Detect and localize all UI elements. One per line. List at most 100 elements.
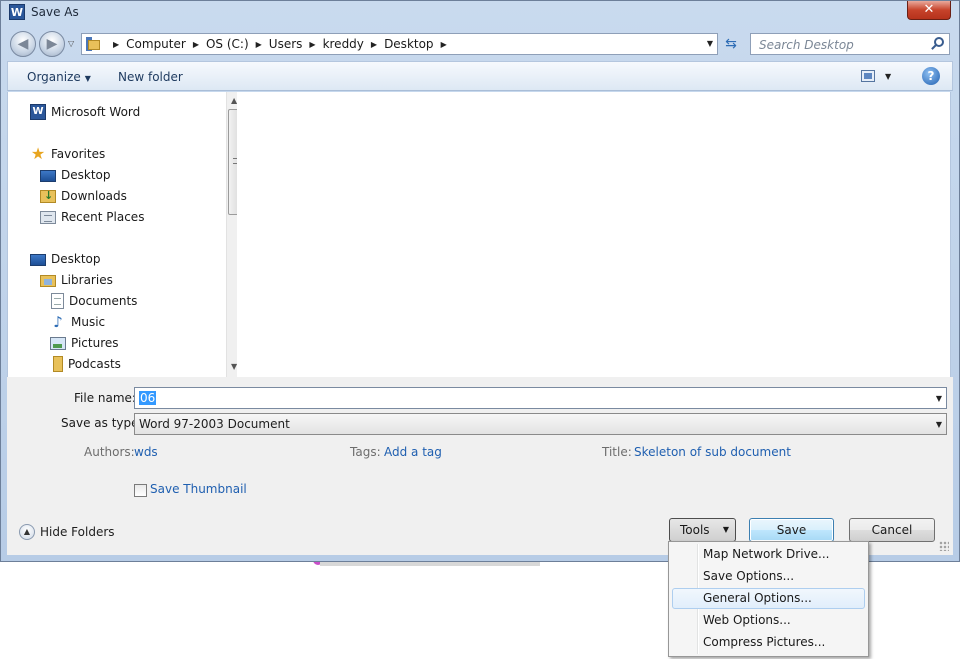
file-name-value: 06 — [139, 391, 157, 405]
sidebar-item-label: Desktop — [51, 252, 101, 266]
breadcrumb-separator-icon[interactable]: ▶ — [256, 40, 262, 49]
menu-item-general-options[interactable]: General Options... — [672, 588, 865, 609]
sidebar-item-downloads[interactable]: Downloads — [40, 186, 127, 206]
menu-item-web-options[interactable]: Web Options... — [672, 610, 865, 631]
menu-item-save-options[interactable]: Save Options... — [672, 566, 865, 587]
navigation-pane: W Microsoft Word ★ Favorites Desktop Dow… — [7, 92, 242, 377]
title-bar[interactable]: W Save As ✕ — [1, 1, 959, 25]
change-view-icon[interactable] — [861, 70, 875, 82]
tags-label: Tags: — [350, 445, 381, 459]
hide-folders-label: Hide Folders — [40, 525, 115, 539]
breadcrumb-separator-icon[interactable]: ▶ — [441, 40, 447, 49]
close-button[interactable]: ✕ — [907, 1, 951, 20]
search-input[interactable]: Search Desktop — [750, 33, 950, 55]
save-as-dialog: W Save As ✕ ◀ ▶ ▽ ▶ Computer ▶ OS (C:) ▶… — [0, 0, 960, 562]
breadcrumb-users[interactable]: Users — [269, 37, 303, 51]
breadcrumb-separator-icon[interactable]: ▶ — [193, 40, 199, 49]
documents-icon — [51, 293, 64, 309]
chevron-down-icon[interactable]: ▼ — [936, 394, 942, 403]
breadcrumb-separator-icon[interactable]: ▶ — [371, 40, 377, 49]
computer-folder-icon — [86, 37, 100, 51]
sidebar-item-label: Favorites — [51, 147, 106, 161]
sidebar-item-label: Microsoft Word — [51, 105, 141, 119]
save-thumbnail-label[interactable]: Save Thumbnail — [150, 482, 247, 496]
menu-item-map-network-drive[interactable]: Map Network Drive... — [672, 544, 865, 565]
sidebar-item-podcasts[interactable]: Podcasts — [50, 354, 121, 374]
word-icon: W — [30, 104, 46, 120]
breadcrumb: ▶ Computer ▶ OS (C:) ▶ Users ▶ kreddy ▶ … — [106, 37, 454, 51]
view-options-dropdown-icon[interactable]: ▼ — [885, 72, 891, 81]
pictures-icon — [50, 336, 66, 350]
search-icon[interactable] — [931, 37, 945, 51]
refresh-icon[interactable]: ⇆ — [721, 35, 741, 53]
sidebar-item-music[interactable]: ♪ Music — [50, 312, 105, 332]
breadcrumb-desktop[interactable]: Desktop — [384, 37, 434, 51]
sidebar-item-label: Downloads — [61, 189, 127, 203]
podcasts-icon — [53, 356, 63, 372]
address-history-dropdown-icon[interactable]: ▼ — [707, 39, 713, 48]
chevron-down-icon[interactable]: ▼ — [936, 420, 942, 429]
file-name-label: File name: — [74, 391, 136, 405]
help-icon[interactable]: ? — [922, 67, 940, 85]
organize-button[interactable]: Organize ▼ — [27, 70, 91, 84]
command-toolbar: Organize ▼ New folder ▼ ? — [7, 61, 953, 91]
sidebar-item-documents[interactable]: Documents — [50, 291, 137, 311]
sidebar-item-desktop[interactable]: Desktop — [30, 249, 101, 269]
chevron-down-icon: ▼ — [722, 525, 729, 534]
sidebar-item-microsoft-word[interactable]: W Microsoft Word — [30, 102, 140, 122]
tags-value[interactable]: Add a tag — [384, 445, 442, 459]
title-value[interactable]: Skeleton of sub document — [634, 445, 791, 459]
breadcrumb-os-c[interactable]: OS (C:) — [206, 37, 249, 51]
chevron-down-icon: ▼ — [84, 74, 91, 83]
breadcrumb-kreddy[interactable]: kreddy — [323, 37, 364, 51]
sidebar-item-label: Recent Places — [61, 210, 145, 224]
desktop-icon — [40, 170, 56, 182]
navigation-bar: ◀ ▶ ▽ ▶ Computer ▶ OS (C:) ▶ Users ▶ kre… — [1, 29, 959, 57]
save-as-type-label: Save as type: — [61, 416, 143, 430]
resize-grip[interactable] — [939, 541, 949, 551]
save-thumbnail-checkbox[interactable] — [134, 484, 147, 497]
music-icon: ♪ — [53, 313, 63, 331]
tools-menu: Map Network Drive... Save Options... Gen… — [668, 541, 869, 657]
cancel-button[interactable]: Cancel — [849, 518, 935, 542]
file-list-pane[interactable] — [237, 92, 951, 377]
back-button[interactable]: ◀ — [10, 31, 36, 57]
forward-button[interactable]: ▶ — [39, 31, 65, 57]
sidebar-item-label: Music — [71, 315, 106, 329]
sidebar-item-recent-places[interactable]: Recent Places — [40, 207, 144, 227]
title-label: Title: — [602, 445, 632, 459]
sidebar-item-label: Libraries — [61, 273, 113, 287]
sidebar-item-label: Pictures — [71, 336, 119, 350]
file-name-field[interactable]: 06 ▼ — [134, 387, 947, 409]
sidebar-item-desktop-favorite[interactable]: Desktop — [40, 165, 111, 185]
save-details-panel: File name: 06 ▼ Save as type: Word 97-20… — [7, 377, 953, 555]
tools-button[interactable]: Tools ▼ — [669, 518, 736, 542]
star-icon: ★ — [30, 144, 46, 163]
tools-label: Tools — [680, 523, 710, 537]
file-name-value-wrap: 06 — [139, 391, 157, 405]
hide-folders-button[interactable]: ▲ Hide Folders — [19, 524, 115, 540]
breadcrumb-computer[interactable]: Computer — [126, 37, 186, 51]
save-button[interactable]: Save — [749, 518, 834, 542]
authors-value[interactable]: wds — [134, 445, 158, 459]
sidebar-item-label: Desktop — [61, 168, 111, 182]
breadcrumb-separator-icon[interactable]: ▶ — [113, 40, 119, 49]
menu-item-compress-pictures[interactable]: Compress Pictures... — [672, 632, 865, 653]
organize-label: Organize — [27, 70, 81, 84]
address-bar[interactable]: ▶ Computer ▶ OS (C:) ▶ Users ▶ kreddy ▶ … — [81, 33, 718, 55]
recent-places-icon — [40, 210, 56, 224]
chevron-up-icon: ▲ — [19, 524, 35, 540]
breadcrumb-separator-icon[interactable]: ▶ — [309, 40, 315, 49]
sidebar-item-pictures[interactable]: Pictures — [50, 333, 119, 353]
sidebar-item-libraries[interactable]: Libraries — [40, 270, 113, 290]
authors-label: Authors: — [84, 445, 135, 459]
sidebar-item-label: Podcasts — [68, 357, 121, 371]
save-as-type-select[interactable]: Word 97-2003 Document ▼ — [134, 413, 947, 435]
sidebar-item-label: Documents — [69, 294, 138, 308]
new-folder-button[interactable]: New folder — [118, 70, 183, 84]
word-app-icon: W — [9, 4, 25, 20]
recent-locations-dropdown-icon[interactable]: ▽ — [68, 39, 74, 48]
downloads-icon — [40, 189, 56, 203]
sidebar-item-favorites[interactable]: ★ Favorites — [30, 144, 105, 164]
search-placeholder: Search Desktop — [759, 38, 854, 52]
